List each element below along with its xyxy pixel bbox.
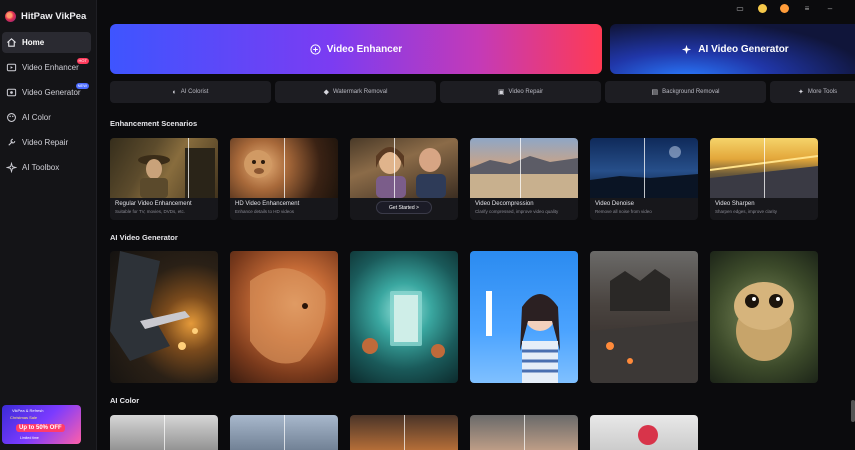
chip-background-removal[interactable]: ▤ Background Removal — [605, 81, 766, 103]
eraser-icon: ◆ — [323, 89, 329, 96]
scenario-title: Video Decompression — [475, 201, 534, 207]
video-generator-icon — [6, 87, 17, 98]
compare-divider[interactable] — [284, 415, 285, 450]
scenario-title: Video Denoise — [595, 201, 634, 207]
scenario-card-regular[interactable]: Regular Video Enhancement Suitable for T… — [110, 138, 218, 220]
promo-line-1: VikPea & Refresh — [12, 408, 44, 413]
app-logo-icon — [5, 10, 16, 22]
sidebar-item-label: Home — [22, 38, 45, 47]
wrench-icon — [6, 137, 17, 148]
scenario-card-denoise[interactable]: Video Denoise Remove all noise from vide… — [590, 138, 698, 220]
generator-card-lion[interactable] — [230, 251, 338, 383]
sidebar-item-ai-color[interactable]: AI Color — [2, 107, 91, 128]
ai-video-generator-button[interactable]: AI Video Generator — [610, 24, 855, 74]
sidebar-item-label: Video Enhancer — [22, 63, 79, 72]
scenario-desc: Remove all noise from video — [595, 209, 652, 214]
compare-divider[interactable] — [644, 138, 645, 198]
video-enhancer-label: Video Enhancer — [326, 43, 403, 55]
generator-card-castle[interactable] — [590, 251, 698, 383]
generator-card-warrior[interactable] — [110, 251, 218, 383]
promo-line-4: Limited time — [20, 436, 39, 440]
compare-divider[interactable] — [764, 138, 765, 198]
compare-divider[interactable] — [164, 415, 165, 450]
chip-label: Background Removal — [662, 89, 720, 95]
scrollbar[interactable] — [851, 400, 855, 422]
app-name: HitPaw VikPea — [21, 10, 87, 22]
generator-card-girl[interactable] — [470, 251, 578, 383]
chip-ai-colorist[interactable]: ◐ AI Colorist — [110, 81, 271, 103]
new-badge: NEW — [75, 83, 89, 89]
sidebar-item-label: AI Toolbox — [22, 163, 60, 172]
promo-banner[interactable]: VikPea & Refresh Christmas Sale Up to 50… — [2, 405, 81, 444]
generator-card-creature[interactable] — [710, 251, 818, 383]
sidebar-nav: Home Video Enhancer HOT Video Generator … — [0, 32, 97, 182]
color-card-4[interactable] — [470, 415, 578, 450]
promo-line-2: Christmas Sale — [10, 415, 38, 420]
sidebar-item-label: AI Color — [22, 113, 51, 122]
toolbox-icon — [6, 162, 17, 173]
scenario-desc: Clarify compressed, improve video qualit… — [475, 209, 559, 214]
section-title-generator: AI Video Generator — [110, 233, 178, 242]
sidebar-item-video-repair[interactable]: Video Repair — [2, 132, 91, 153]
section-title-color: AI Color — [110, 396, 140, 405]
promo-discount: Up to 50% OFF — [16, 424, 65, 432]
scenario-desc: Suitable for TV, movies, DVDs, etc. — [115, 209, 186, 214]
plus-circle-icon — [310, 43, 321, 55]
sidebar-item-ai-toolbox[interactable]: AI Toolbox — [2, 157, 91, 178]
scenario-desc: Enhance details to HD videos — [235, 209, 295, 214]
more-tools-icon: ✦ — [798, 89, 804, 96]
sidebar-item-video-generator[interactable]: Video Generator NEW — [2, 82, 91, 103]
video-repair-icon: ▣ — [497, 89, 505, 96]
scenario-title: Regular Video Enhancement — [115, 201, 192, 207]
video-enhancer-icon — [6, 62, 17, 73]
brand: HitPaw VikPea — [5, 9, 86, 23]
hot-badge: HOT — [76, 58, 89, 64]
scenario-desc: Sharpen edges, improve clarity — [715, 209, 778, 214]
chip-watermark-removal[interactable]: ◆ Watermark Removal — [275, 81, 436, 103]
scenario-title: Video Sharpen — [715, 201, 755, 207]
sparkle-icon — [681, 44, 692, 55]
palette-icon — [6, 112, 17, 123]
compare-divider[interactable] — [520, 138, 521, 198]
scenario-card-hd[interactable]: HD Video Enhancement Enhance details to … — [230, 138, 338, 220]
compare-divider[interactable] — [404, 415, 405, 450]
generator-card-door[interactable] — [350, 251, 458, 383]
scenario-card-sharpen[interactable]: Video Sharpen Sharpen edges, improve cla… — [710, 138, 818, 220]
background-removal-icon: ▤ — [651, 89, 659, 96]
home-icon — [6, 37, 17, 48]
scenario-thumbnail — [350, 138, 458, 198]
chip-label: More Tools — [807, 89, 838, 95]
chip-more-tools[interactable]: ✦ More Tools — [770, 81, 855, 103]
palette-icon: ◐ — [172, 88, 177, 96]
color-card-1[interactable] — [110, 415, 218, 450]
main-content: Video Enhancer AI Video Generator ◐ AI C… — [97, 0, 855, 450]
scenario-card-faces[interactable]: Get Started > — [350, 138, 458, 220]
scenario-thumbnail — [470, 138, 578, 198]
compare-divider[interactable] — [188, 138, 189, 198]
chip-label: AI Colorist — [180, 89, 209, 95]
sidebar-item-label: Video Generator — [22, 88, 81, 97]
sidebar: HitPaw VikPea Home Video Enhancer HOT Vi… — [0, 0, 97, 450]
scenario-thumbnail — [110, 138, 218, 198]
chip-label: Watermark Removal — [332, 89, 388, 95]
compare-divider[interactable] — [524, 415, 525, 450]
sidebar-item-video-enhancer[interactable]: Video Enhancer HOT — [2, 57, 91, 78]
sidebar-item-label: Video Repair — [22, 138, 69, 147]
scenario-title: HD Video Enhancement — [235, 201, 300, 207]
section-title-enhancement: Enhancement Scenarios — [110, 119, 198, 128]
color-card-5[interactable] — [590, 415, 698, 450]
compare-divider[interactable] — [284, 138, 285, 198]
get-started-button[interactable]: Get Started > — [376, 201, 432, 214]
compare-divider[interactable] — [394, 138, 395, 198]
tool-chips: ◐ AI Colorist ◆ Watermark Removal ▣ Vide… — [110, 81, 855, 103]
scenario-card-decompression[interactable]: Video Decompression Clarify compressed, … — [470, 138, 578, 220]
video-enhancer-button[interactable]: Video Enhancer — [110, 24, 602, 74]
color-card-3[interactable] — [350, 415, 458, 450]
color-card-2[interactable] — [230, 415, 338, 450]
ai-video-generator-label: AI Video Generator — [698, 43, 789, 55]
chip-video-repair[interactable]: ▣ Video Repair — [440, 81, 601, 103]
sidebar-item-home[interactable]: Home — [2, 32, 91, 53]
chip-label: Video Repair — [508, 89, 544, 95]
